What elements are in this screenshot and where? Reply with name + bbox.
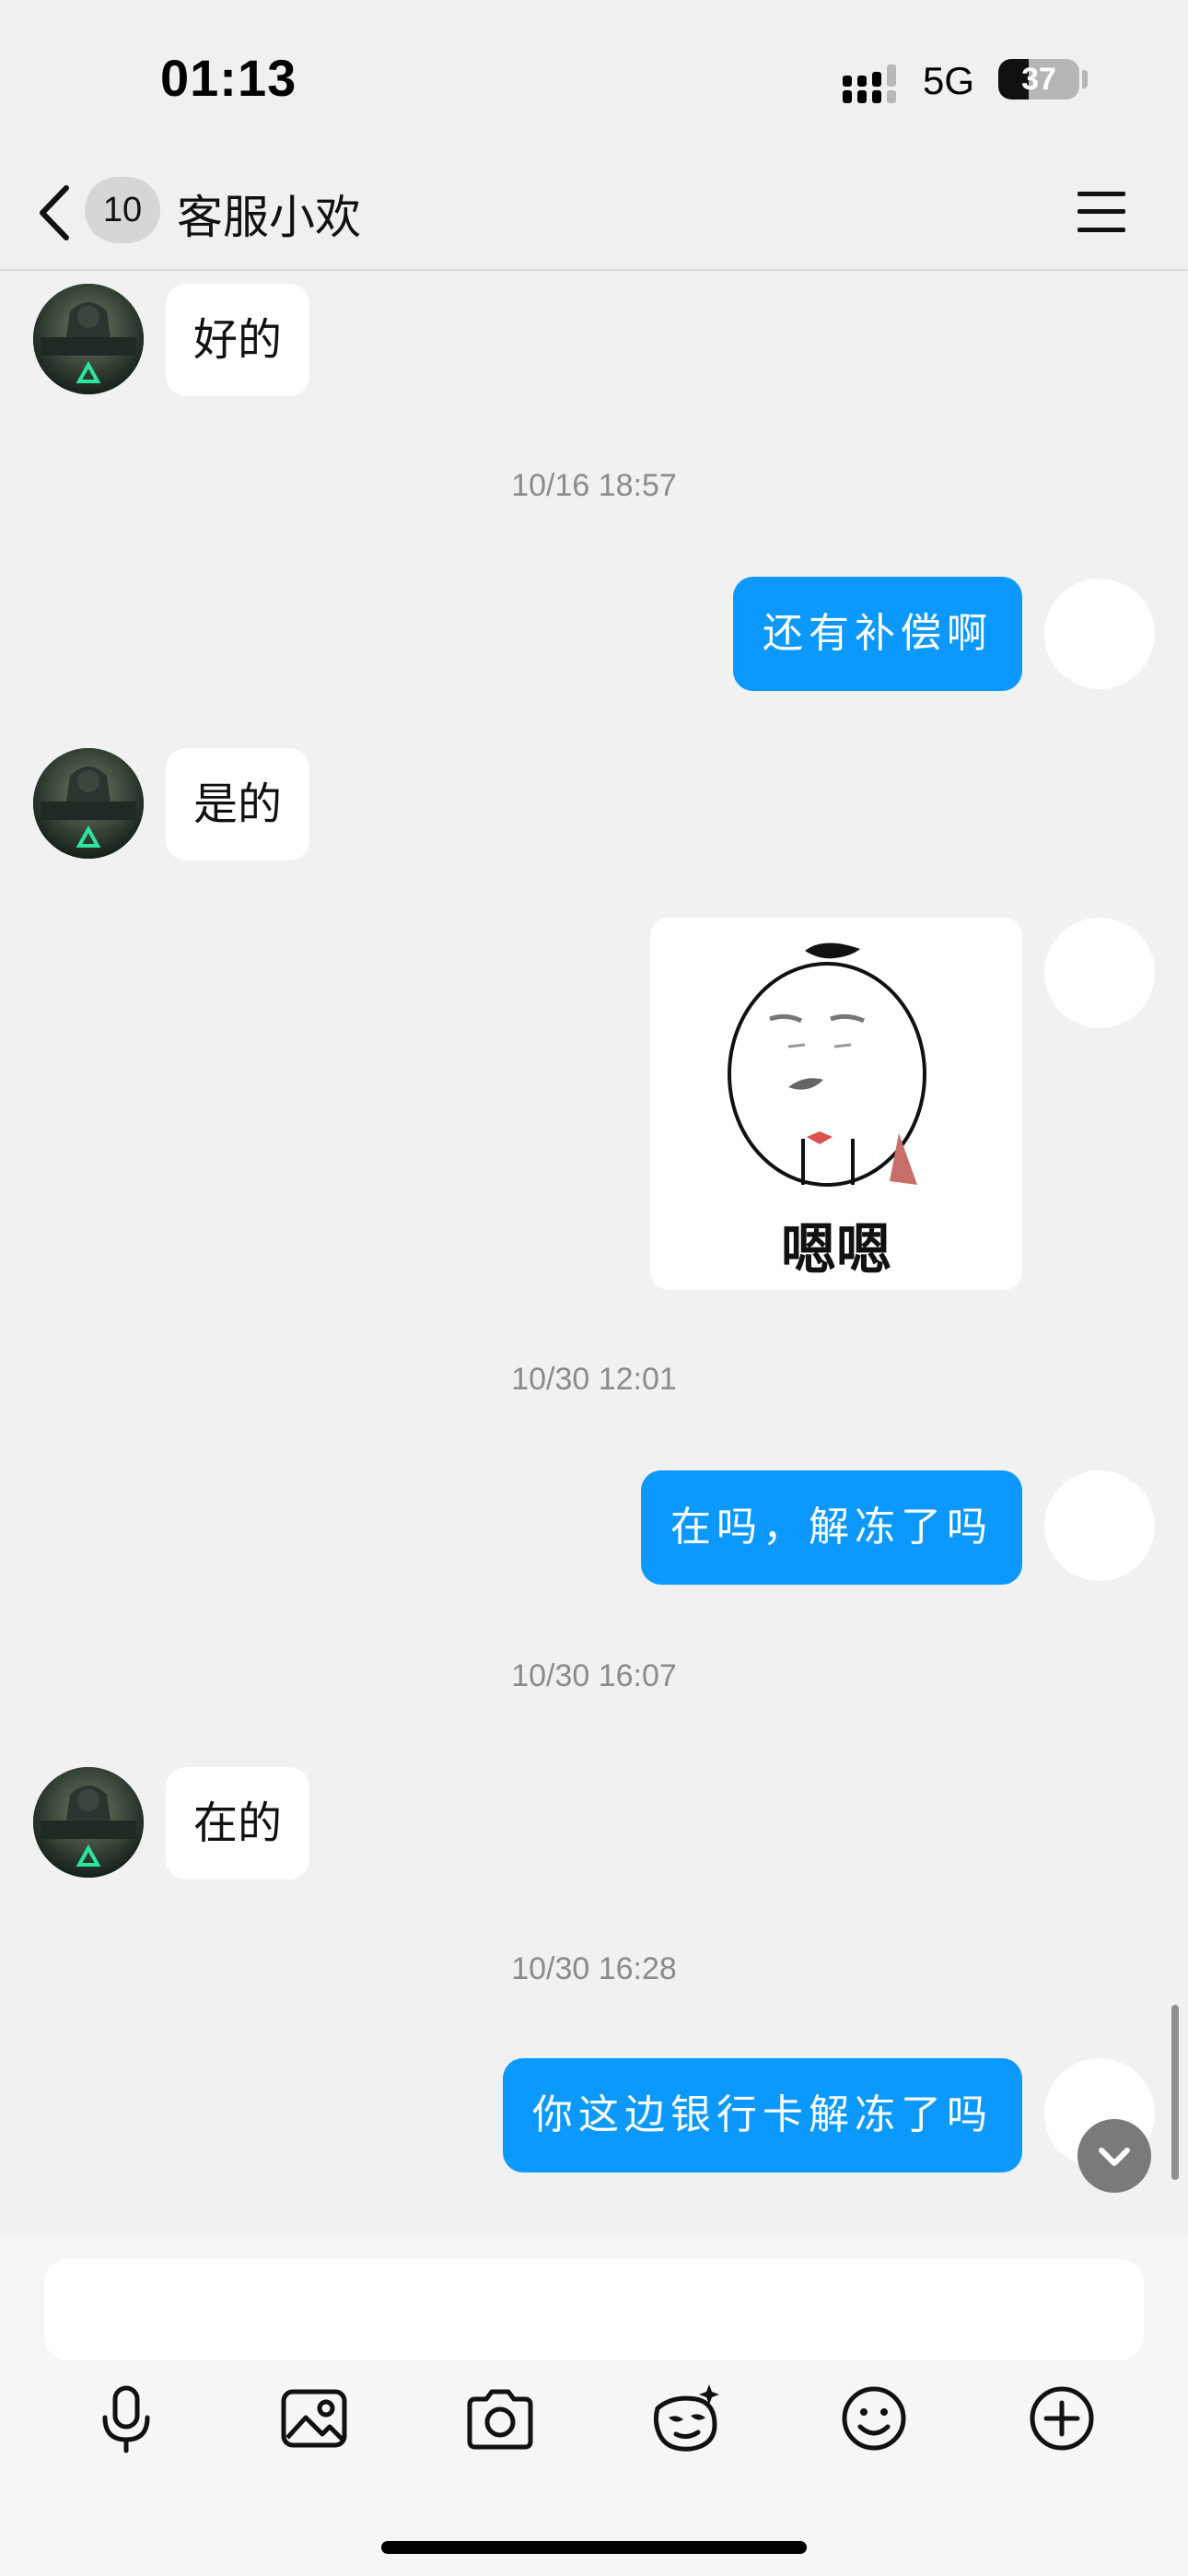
user-avatar[interactable] (1044, 918, 1155, 1028)
chat-title: 客服小欢 (177, 191, 361, 244)
sticker-face-icon[interactable] (645, 2377, 728, 2460)
sent-message[interactable]: 在吗，解冻了吗 (641, 1470, 1022, 1585)
message-timestamp: 10/30 12:01 (511, 1362, 677, 1397)
composer (0, 2239, 1188, 2576)
agent-avatar[interactable] (33, 284, 144, 394)
scroll-to-bottom-button[interactable] (1077, 2119, 1151, 2193)
unread-count-badge[interactable]: 10 (85, 177, 160, 243)
network-type: 5G (923, 59, 975, 102)
hamburger-menu-icon[interactable] (1074, 188, 1129, 236)
game-logo-icon (33, 284, 144, 394)
user-avatar[interactable] (1044, 579, 1155, 689)
cellular-signal-icon (843, 64, 896, 103)
received-message[interactable]: 是的 (166, 748, 310, 861)
message-list[interactable]: 好的 10/16 18:57 还有补偿啊 是的 嗯嗯 10/30 12:01 在… (0, 271, 1188, 2239)
game-logo-icon (33, 1767, 144, 1878)
image-icon[interactable] (273, 2377, 355, 2460)
message-timestamp: 10/30 16:28 (511, 1951, 677, 1986)
meme-face-sticker (728, 943, 926, 1187)
game-logo-icon (33, 748, 144, 859)
battery-icon: 37 (998, 59, 1079, 100)
user-avatar[interactable] (1044, 1470, 1155, 1581)
status-time: 01:13 (160, 49, 297, 107)
camera-icon[interactable] (459, 2377, 542, 2460)
back-chevron-icon[interactable] (33, 182, 79, 243)
sticker-message[interactable]: 嗯嗯 (650, 918, 1022, 1290)
chat-header: 10 客服小欢 (0, 157, 1188, 271)
message-timestamp: 10/16 18:57 (511, 468, 677, 503)
scrollbar[interactable] (1171, 2005, 1179, 2180)
battery-tip (1082, 70, 1088, 88)
sent-message[interactable]: 还有补偿啊 (733, 577, 1022, 691)
sticker-caption: 嗯嗯 (781, 1218, 891, 1282)
chevron-down-icon (1099, 2148, 1130, 2166)
status-bar: 01:13 5G 37 (0, 0, 1188, 157)
received-message[interactable]: 在的 (166, 1767, 310, 1879)
battery-level: 37 (1021, 62, 1056, 97)
microphone-icon[interactable] (85, 2377, 168, 2460)
plus-icon[interactable] (1020, 2377, 1103, 2460)
emoji-icon[interactable] (833, 2377, 915, 2460)
home-indicator[interactable] (381, 2541, 807, 2554)
message-timestamp: 10/30 16:07 (511, 1658, 677, 1693)
received-message[interactable]: 好的 (166, 284, 310, 396)
agent-avatar[interactable] (33, 748, 144, 859)
message-input[interactable] (44, 2259, 1144, 2360)
sent-message[interactable]: 你这边银行卡解冻了吗 (503, 2058, 1022, 2172)
agent-avatar[interactable] (33, 1767, 144, 1878)
